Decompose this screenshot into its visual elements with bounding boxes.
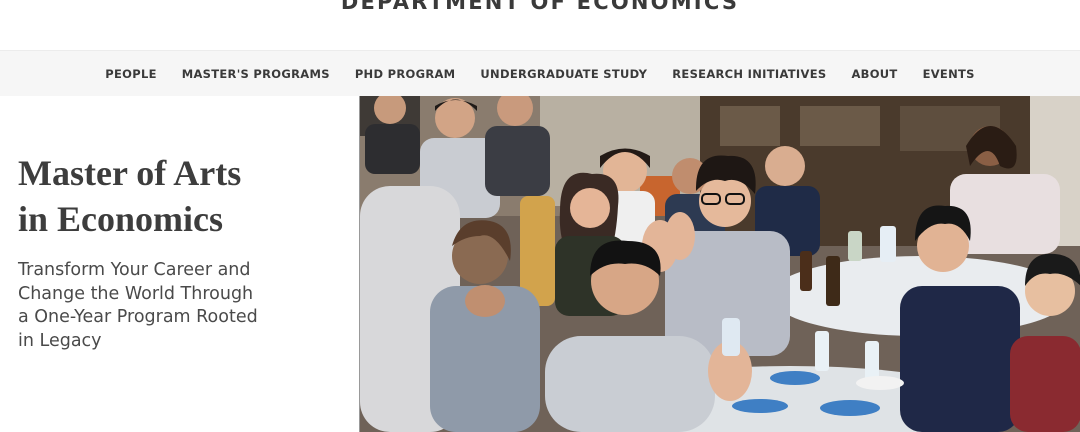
site-header: DEPARTMENT OF ECONOMICS xyxy=(0,0,1080,50)
nav-item-research-initiatives[interactable]: RESEARCH INITIATIVES xyxy=(672,67,826,81)
nav-item-masters-programs[interactable]: MASTER'S PROGRAMS xyxy=(182,67,330,81)
hero-photo-illustration xyxy=(360,96,1080,432)
page-title: Master of Arts in Economics xyxy=(18,150,348,242)
page-title-line-2: in Economics xyxy=(18,199,224,239)
nav-item-undergraduate-study[interactable]: UNDERGRADUATE STUDY xyxy=(480,67,647,81)
nav-item-events[interactable]: EVENTS xyxy=(923,67,975,81)
nav-item-phd-program[interactable]: PHD PROGRAM xyxy=(355,67,456,81)
page-title-line-1: Master of Arts xyxy=(18,153,242,193)
department-title[interactable]: DEPARTMENT OF ECONOMICS xyxy=(0,0,1080,14)
hero-subtitle: Transform Your Career and Change the Wor… xyxy=(18,260,258,351)
main-nav: PEOPLE MASTER'S PROGRAMS PHD PROGRAM UND… xyxy=(0,50,1080,96)
nav-item-about[interactable]: ABOUT xyxy=(851,67,897,81)
hero-text-panel: Master of Arts in Economics Transform Yo… xyxy=(0,96,359,432)
hero-image xyxy=(359,96,1080,432)
nav-item-people[interactable]: PEOPLE xyxy=(105,67,156,81)
